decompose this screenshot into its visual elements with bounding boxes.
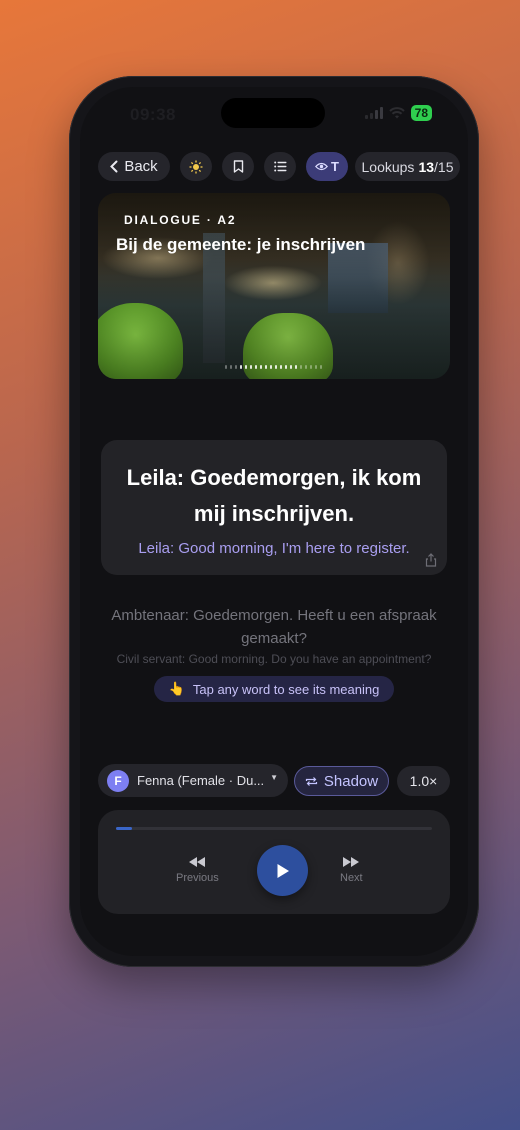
battery-indicator: 78 [410, 105, 432, 121]
sun-icon [189, 160, 203, 173]
transcript-list-button[interactable] [264, 152, 296, 181]
lesson-hero-image: DIALOGUE · A2 Bij de gemeente: je inschr… [98, 193, 450, 379]
next-label: Next [340, 872, 363, 884]
eye-toggle-label: T [331, 159, 339, 174]
play-icon [277, 863, 289, 878]
next-line-translation: Civil servant: Good morning. Do you have… [116, 652, 432, 666]
rewind-icon [189, 857, 206, 867]
audio-player: Previous Next [98, 810, 450, 914]
lesson-level-tag: DIALOGUE · A2 [124, 213, 237, 227]
lookups-label: Lookups [361, 158, 415, 175]
previous-button[interactable]: Previous [176, 856, 219, 884]
back-label: Back [124, 158, 158, 175]
playback-speed-button[interactable]: 1.0× [397, 766, 450, 796]
tap-word-hint: 👆 Tap any word to see its meaning [154, 676, 394, 702]
lesson-progress-ticks [225, 365, 322, 369]
dynamic-island [221, 98, 325, 128]
next-line-dutch[interactable]: Ambtenaar: Goedemorgen. Heeft u een afsp… [100, 604, 448, 650]
bookmark-button[interactable] [222, 152, 254, 181]
shadow-label: Shadow [323, 772, 379, 790]
previous-label: Previous [176, 872, 219, 884]
play-button[interactable] [257, 845, 308, 896]
lesson-title: Bij de gemeente: je inschrijven [116, 235, 366, 254]
theme-toggle-button[interactable] [180, 152, 212, 181]
fast-forward-icon [343, 857, 360, 867]
lookups-used: 13 [418, 158, 435, 175]
current-line-card[interactable]: Leila: Goedemorgen, ik kom mij inschrijv… [101, 440, 447, 575]
current-line-dutch[interactable]: Leila: Goedemorgen, ik kom mij inschrijv… [101, 460, 447, 532]
playback-progress-bar[interactable] [116, 827, 432, 830]
wifi-icon [388, 107, 405, 119]
phone-frame: 09:38 78 Back T Lookups 13 /15 DIALOGUE … [69, 76, 479, 967]
lookups-total: /15 [434, 158, 454, 175]
pointing-hand-icon: 👆 [168, 681, 185, 696]
share-icon[interactable] [425, 553, 437, 567]
chevron-left-icon [110, 160, 118, 173]
eye-icon [315, 162, 329, 171]
bookmark-icon [233, 160, 243, 173]
signal-icon [364, 107, 383, 119]
status-indicators: 78 [364, 105, 432, 121]
current-line-translation: Leila: Good morning, I'm here to registe… [138, 540, 410, 557]
voice-selector[interactable]: F Fenna (Female · Du... ▼ [98, 764, 288, 797]
shadow-mode-button[interactable]: Shadow [294, 766, 389, 796]
back-button[interactable]: Back [98, 152, 170, 181]
dropdown-caret-icon: ▼ [270, 773, 278, 782]
next-button[interactable]: Next [340, 856, 363, 884]
lookups-counter[interactable]: Lookups 13/15 [355, 152, 460, 181]
status-time: 09:38 [130, 105, 176, 124]
voice-name: Fenna (Female · Du... [137, 773, 265, 788]
hint-text: Tap any word to see its meaning [192, 681, 380, 697]
app-screen: 09:38 78 Back T Lookups 13 /15 DIALOGUE … [80, 87, 468, 956]
voice-avatar: F [107, 769, 129, 792]
translation-visibility-toggle[interactable]: T [306, 152, 348, 181]
top-toolbar: Back T Lookups 13/15 [98, 152, 460, 182]
list-icon [273, 161, 286, 172]
playback-progress-fill [116, 827, 132, 830]
repeat-icon [305, 776, 317, 786]
